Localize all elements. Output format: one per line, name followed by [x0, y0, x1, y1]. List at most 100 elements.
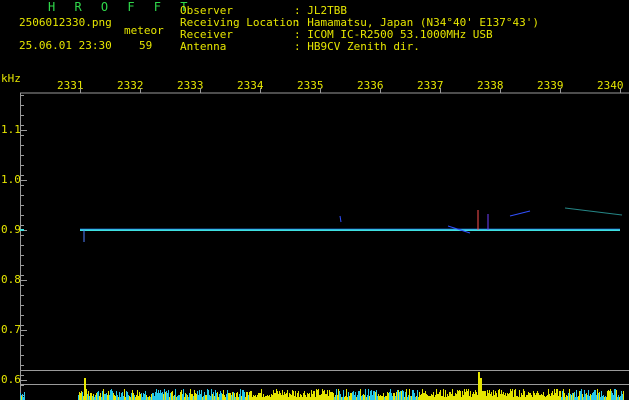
activity-bar — [276, 389, 277, 400]
activity-bar — [547, 395, 548, 400]
activity-bar — [295, 391, 296, 400]
activity-bar — [305, 395, 306, 400]
activity-bar — [204, 392, 205, 400]
activity-bars — [20, 372, 624, 400]
activity-bar — [328, 396, 329, 400]
activity-bar — [133, 393, 134, 400]
activity-spike — [84, 378, 86, 400]
activity-bar — [553, 395, 554, 400]
activity-bar — [467, 391, 468, 400]
activity-bar — [429, 396, 430, 400]
activity-bar — [414, 393, 415, 400]
activity-bar — [251, 391, 252, 400]
activity-bar — [564, 393, 565, 400]
activity-bar — [540, 395, 541, 400]
activity-bar — [448, 396, 449, 400]
activity-bar — [579, 391, 580, 400]
activity-bar — [573, 393, 574, 400]
activity-bar — [160, 390, 161, 400]
activity-bar — [426, 394, 427, 400]
activity-bar — [420, 395, 421, 400]
activity-bar — [242, 390, 243, 400]
activity-bar — [608, 390, 609, 400]
activity-bar — [590, 394, 591, 400]
activity-bar — [506, 396, 507, 400]
activity-bar — [102, 391, 103, 400]
activity-bar — [464, 389, 465, 400]
activity-bar — [543, 392, 544, 400]
activity-bar — [517, 396, 518, 400]
activity-bar — [180, 392, 181, 400]
activity-bar — [88, 391, 89, 400]
activity-bar — [466, 389, 467, 400]
activity-bar — [411, 396, 412, 400]
activity-bar — [592, 393, 593, 400]
activity-bar — [546, 396, 547, 400]
activity-bar — [121, 393, 122, 400]
activity-bar — [110, 390, 111, 400]
activity-bar — [91, 393, 92, 400]
activity-bar — [487, 390, 488, 400]
activity-bar — [322, 389, 323, 400]
activity-bar — [485, 391, 486, 400]
activity-bar — [584, 390, 585, 400]
activity-spike — [478, 372, 480, 400]
activity-bar — [568, 393, 569, 400]
activity-bar — [246, 392, 247, 400]
activity-bar — [24, 392, 25, 400]
activity-bar — [499, 389, 500, 400]
activity-bar — [257, 395, 258, 400]
activity-bar — [615, 389, 616, 400]
activity-bar — [201, 390, 202, 400]
activity-bar — [222, 394, 223, 400]
activity-bar — [437, 394, 438, 400]
activity-bar — [559, 391, 560, 400]
activity-bar — [616, 390, 617, 400]
activity-bar — [572, 393, 573, 400]
activity-bar — [234, 393, 235, 400]
activity-bar — [210, 396, 211, 400]
activity-bar — [343, 390, 344, 400]
activity-bar — [421, 394, 422, 400]
activity-bar — [611, 391, 612, 400]
activity-bar — [192, 394, 193, 400]
activity-bar — [504, 395, 505, 400]
activity-bar — [372, 395, 373, 400]
activity-bar — [168, 390, 169, 400]
activity-bar — [364, 395, 365, 400]
activity-bar — [83, 396, 84, 400]
activity-bar — [447, 394, 448, 400]
activity-bar — [197, 391, 198, 400]
activity-bar — [177, 396, 178, 400]
activity-bar — [602, 396, 603, 400]
activity-bar — [294, 396, 295, 400]
activity-bar — [463, 395, 464, 400]
activity-bar — [503, 392, 504, 400]
activity-bar — [375, 392, 376, 400]
activity-bar — [119, 392, 120, 400]
activity-bar — [258, 393, 259, 400]
activity-bar — [140, 394, 141, 400]
activity-bar — [385, 396, 386, 400]
activity-bar — [355, 392, 356, 400]
meteor-trail — [509, 210, 531, 217]
activity-bar — [82, 392, 83, 400]
activity-bar — [281, 395, 282, 400]
activity-bar — [166, 391, 167, 400]
activity-bar — [311, 390, 312, 400]
activity-bar — [387, 392, 388, 400]
activity-bar — [269, 395, 270, 400]
activity-bar — [181, 390, 182, 400]
activity-bar — [308, 394, 309, 400]
activity-bar — [138, 396, 139, 400]
activity-bar — [376, 390, 377, 400]
activity-bar — [576, 390, 577, 400]
activity-bar — [87, 394, 88, 400]
activity-bar — [316, 389, 317, 400]
activity-bar — [314, 391, 315, 400]
activity-bar — [359, 391, 360, 400]
activity-bar — [369, 396, 370, 400]
activity-bar — [417, 390, 418, 400]
activity-bar — [432, 395, 433, 400]
activity-bar — [505, 393, 506, 400]
